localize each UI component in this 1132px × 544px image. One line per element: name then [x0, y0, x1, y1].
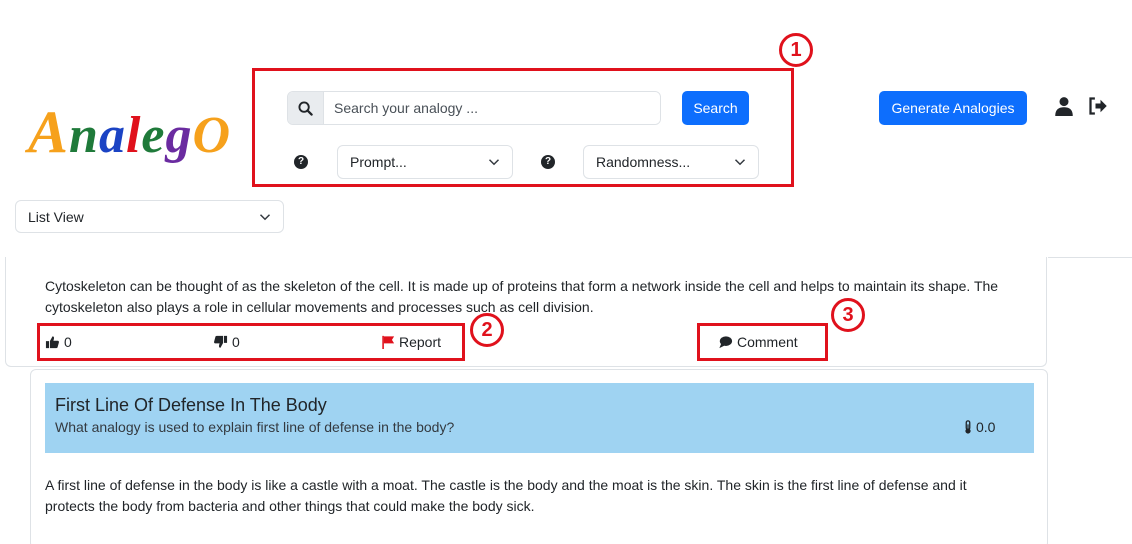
- flag-icon: [382, 335, 395, 349]
- search-input[interactable]: [324, 92, 660, 124]
- user-icon[interactable]: [1054, 96, 1074, 116]
- comment-icon: [719, 336, 733, 349]
- thumbs-down-icon: [214, 335, 228, 348]
- dislike-button[interactable]: 0: [213, 334, 240, 350]
- logo-letter: O: [192, 107, 232, 164]
- generate-analogies-button[interactable]: Generate Analogies: [879, 91, 1027, 125]
- chevron-down-icon: [488, 159, 500, 166]
- analogy-header: [45, 383, 1034, 453]
- search-icon: [288, 92, 324, 124]
- prompt-help-icon[interactable]: ?: [294, 155, 308, 169]
- view-select-value: List View: [28, 208, 84, 225]
- chevron-down-icon: [734, 159, 746, 166]
- dislike-count: 0: [232, 334, 240, 350]
- logo-letter: e: [141, 107, 166, 164]
- randomness-select-value: Randomness...: [596, 154, 691, 170]
- temperature-indicator: 0.0: [962, 419, 995, 435]
- view-select[interactable]: List View: [15, 200, 284, 233]
- like-count: 0: [64, 334, 72, 350]
- comment-label: Comment: [737, 334, 798, 350]
- randomness-help-icon[interactable]: ?: [541, 155, 555, 169]
- like-button[interactable]: 0: [45, 334, 72, 350]
- logo-letter: a: [98, 107, 126, 164]
- temperature-value: 0.0: [976, 419, 996, 435]
- logo-letter: l: [125, 107, 142, 164]
- logo-letter: A: [28, 99, 70, 165]
- search-group: [287, 91, 661, 125]
- logout-icon[interactable]: [1088, 96, 1108, 116]
- annotation-number-3: 3: [831, 298, 865, 332]
- report-button[interactable]: Report: [381, 334, 441, 350]
- search-button[interactable]: Search: [682, 91, 749, 125]
- analogy-text: A first line of defense in the body is l…: [45, 477, 967, 514]
- app-logo[interactable]: AnalegO: [28, 96, 231, 172]
- logo-letter: n: [69, 107, 99, 164]
- analogy-title: First Line Of Defense In The Body: [55, 395, 327, 415]
- prompt-select[interactable]: Prompt...: [337, 145, 513, 179]
- divider: [1048, 257, 1132, 258]
- prompt-select-value: Prompt...: [350, 154, 407, 170]
- report-label: Report: [399, 334, 442, 350]
- analogy-text: Cytoskeleton can be thought of as the sk…: [45, 278, 999, 315]
- chevron-down-icon: [259, 213, 271, 220]
- annotation-number-2: 2: [470, 313, 504, 347]
- randomness-select[interactable]: Randomness...: [583, 145, 759, 179]
- logo-letter: g: [165, 107, 193, 164]
- thumbs-up-icon: [45, 336, 59, 349]
- analogy-question: What analogy is used to explain first li…: [55, 419, 455, 435]
- comment-button[interactable]: Comment: [718, 334, 798, 350]
- annotation-number-1: 1: [779, 33, 813, 67]
- thermometer-icon: [965, 420, 971, 434]
